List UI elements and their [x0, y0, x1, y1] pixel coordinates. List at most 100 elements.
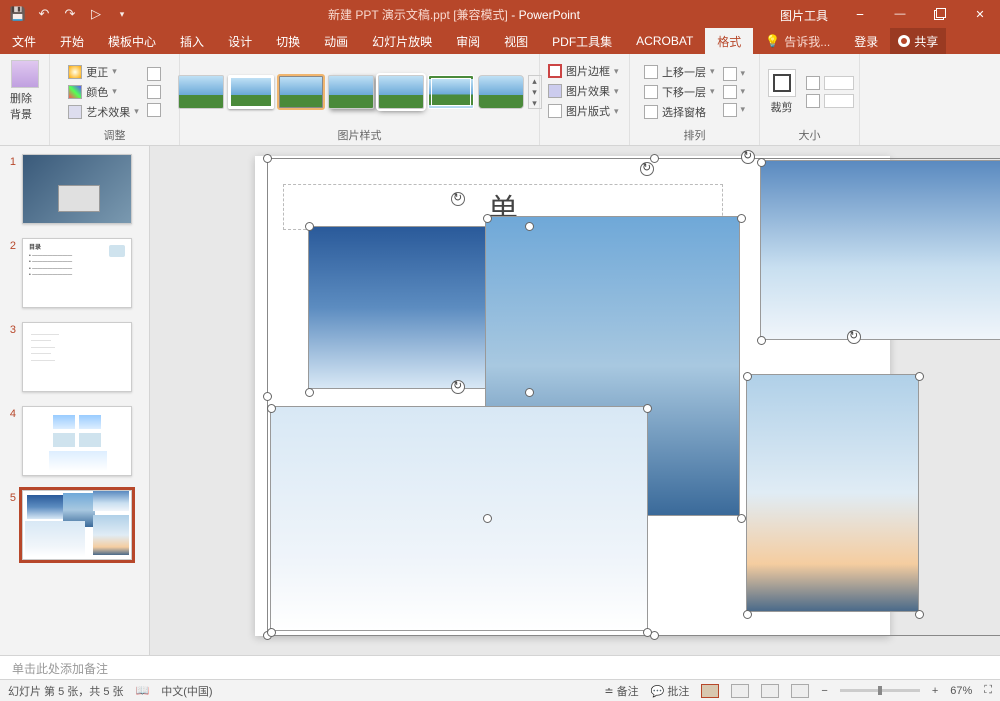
reading-view-button[interactable] — [761, 684, 779, 698]
slide-editor[interactable]: 单 — [150, 146, 1000, 655]
send-backward-button[interactable]: 下移一层▾ — [642, 83, 717, 101]
picture-sunset-right[interactable] — [746, 374, 919, 612]
sorter-view-button[interactable] — [731, 684, 749, 698]
brightness-icon — [68, 65, 82, 79]
zoom-out-button[interactable]: − — [821, 685, 827, 697]
qat-more-icon[interactable]: ▾ — [114, 6, 130, 22]
reset-picture-button[interactable] — [145, 102, 163, 118]
minimize-button[interactable] — [880, 0, 920, 28]
slide-thumbnail[interactable]: 目录 • ————————• ————————• ————————• —————… — [22, 238, 132, 308]
tab-pdf[interactable]: PDF工具集 — [540, 28, 624, 54]
share-icon — [898, 35, 910, 47]
signin-button[interactable]: 登录 — [842, 28, 890, 54]
zoom-slider[interactable] — [840, 689, 920, 692]
thumb-num: 3 — [6, 322, 16, 336]
tell-me[interactable]: 💡告诉我... — [753, 28, 842, 54]
zoom-label[interactable]: 67% — [950, 685, 972, 697]
slide-thumbnail-active[interactable] — [22, 490, 132, 560]
slide-thumbnail[interactable] — [22, 154, 132, 224]
redo-icon[interactable]: ↷ — [62, 6, 78, 22]
ribbon-collapse-icon[interactable]: ⎯ — [840, 0, 880, 28]
rotate-button[interactable]: ▾ — [721, 102, 748, 118]
selection-pane-icon — [644, 105, 658, 119]
close-button[interactable] — [960, 0, 1000, 28]
artistic-icon — [68, 105, 82, 119]
thumb-num: 2 — [6, 238, 16, 252]
style-item[interactable] — [328, 75, 374, 109]
remove-background-button[interactable]: 删除背景 — [6, 58, 43, 124]
comments-toggle[interactable]: 💬 批注 — [651, 683, 690, 699]
compress-button[interactable] — [145, 66, 163, 82]
start-slideshow-icon[interactable]: ▷ — [88, 6, 104, 22]
slide-thumbnail[interactable]: ————————————————————————————— — [22, 322, 132, 392]
tab-animation[interactable]: 动画 — [312, 28, 360, 54]
crop-icon — [768, 69, 796, 97]
height-input[interactable] — [804, 75, 856, 91]
tab-home[interactable]: 开始 — [48, 28, 96, 54]
width-input[interactable] — [804, 93, 856, 109]
tab-insert[interactable]: 插入 — [168, 28, 216, 54]
slide-thumbnail[interactable] — [22, 406, 132, 476]
width-icon — [806, 94, 820, 108]
send-backward-icon — [644, 85, 658, 99]
group-label-size: 大小 — [799, 125, 821, 143]
save-icon[interactable]: 💾 — [10, 6, 26, 22]
tab-transition[interactable]: 切换 — [264, 28, 312, 54]
picture-style-gallery[interactable]: ▴▾▾ — [178, 75, 542, 109]
zoom-in-button[interactable]: + — [932, 685, 938, 697]
tab-acrobat[interactable]: ACROBAT — [624, 28, 705, 54]
lightbulb-icon: 💡 — [765, 34, 780, 48]
notes-toggle[interactable]: ≐ 备注 — [604, 683, 638, 699]
window-title: 新建 PPT 演示文稿.ppt [兼容模式] - PowerPoint — [140, 6, 768, 23]
contextual-tab-group: 图片工具 — [768, 0, 840, 28]
color-button[interactable]: 颜色▾ — [66, 83, 141, 101]
style-item[interactable] — [178, 75, 224, 109]
align-button[interactable]: ▾ — [721, 66, 748, 82]
normal-view-button[interactable] — [701, 684, 719, 698]
style-item[interactable] — [478, 75, 524, 109]
tab-review[interactable]: 审阅 — [444, 28, 492, 54]
thumb-num: 5 — [6, 490, 16, 504]
slide-counter: 幻灯片 第 5 张，共 5 张 — [8, 683, 124, 699]
group-label-arrange: 排列 — [684, 125, 706, 143]
thumb-num: 1 — [6, 154, 16, 168]
group-icon — [723, 85, 737, 99]
slide-thumbnail-panel[interactable]: 1 2 目录 • ————————• ————————• ————————• —… — [0, 146, 150, 655]
change-picture-button[interactable] — [145, 84, 163, 100]
slideshow-view-button[interactable] — [791, 684, 809, 698]
share-button[interactable]: 共享 — [890, 28, 946, 54]
tab-format[interactable]: 格式 — [705, 28, 753, 54]
change-pic-icon — [147, 85, 161, 99]
tab-template[interactable]: 模板中心 — [96, 28, 168, 54]
picture-border-button[interactable]: 图片边框▾ — [546, 62, 621, 80]
picture-layout-button[interactable]: 图片版式▾ — [546, 102, 621, 120]
tab-slideshow[interactable]: 幻灯片放映 — [360, 28, 444, 54]
selection-pane-button[interactable]: 选择窗格 — [642, 103, 717, 121]
style-item[interactable] — [378, 75, 424, 109]
tab-design[interactable]: 设计 — [216, 28, 264, 54]
restore-button[interactable] — [920, 0, 960, 28]
tab-view[interactable]: 视图 — [492, 28, 540, 54]
group-button[interactable]: ▾ — [721, 84, 748, 100]
notes-pane[interactable]: 单击此处添加备注 — [0, 655, 1000, 679]
picture-clouds-bottom[interactable] — [270, 406, 648, 631]
style-item-selected[interactable] — [278, 75, 324, 109]
picture-effects-button[interactable]: 图片效果▾ — [546, 82, 621, 100]
align-icon — [723, 67, 737, 81]
border-icon — [548, 64, 562, 78]
undo-icon[interactable]: ↶ — [36, 6, 52, 22]
thumb-num: 4 — [6, 406, 16, 420]
rotate-icon — [723, 103, 737, 117]
spellcheck-icon[interactable]: 📖 — [136, 684, 150, 697]
fit-to-window-button[interactable]: ⛶ — [984, 684, 992, 697]
artistic-effects-button[interactable]: 艺术效果▾ — [66, 103, 141, 121]
style-item[interactable] — [428, 75, 474, 109]
crop-button[interactable]: 裁剪 — [764, 67, 800, 117]
picture-sky-top-right[interactable] — [760, 160, 1000, 340]
tab-file[interactable]: 文件 — [0, 28, 48, 54]
remove-bg-icon — [11, 60, 39, 88]
style-item[interactable] — [228, 75, 274, 109]
corrections-button[interactable]: 更正▾ — [66, 63, 141, 81]
language-status[interactable]: 中文(中国) — [161, 683, 212, 699]
bring-forward-button[interactable]: 上移一层▾ — [642, 63, 717, 81]
